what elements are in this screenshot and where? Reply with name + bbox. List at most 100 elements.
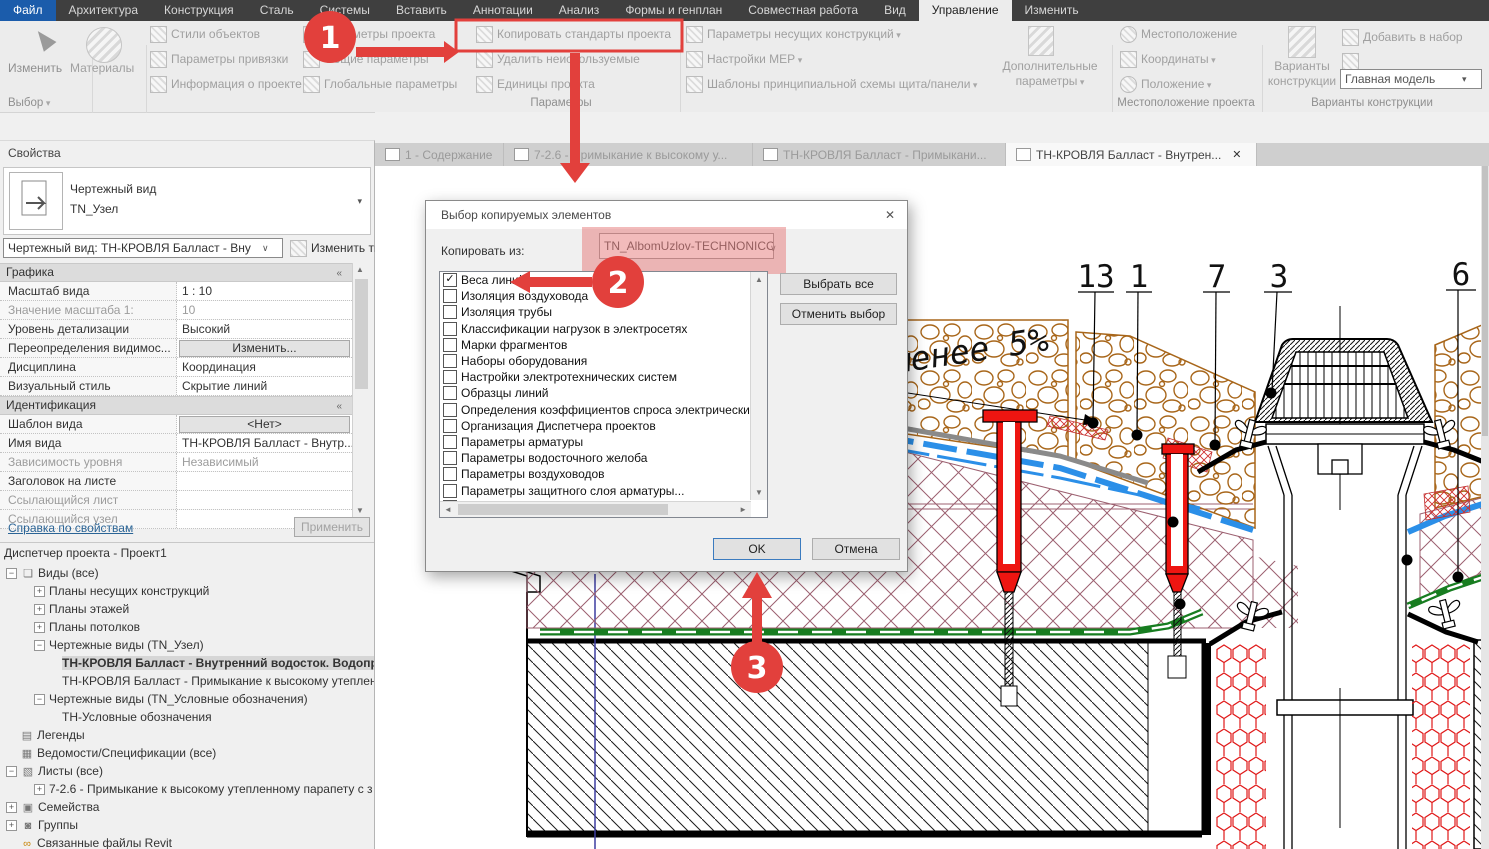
view-template-button[interactable]: <Нет>: [179, 416, 350, 433]
copy-items-list[interactable]: ✓Веса линий Изоляция воздуховода Изоляци…: [439, 271, 768, 518]
checkbox[interactable]: [443, 305, 457, 319]
tab-collaborate[interactable]: Совместная работа: [735, 0, 871, 21]
tree-item[interactable]: −Чертежные виды (TN_Узел): [0, 636, 374, 654]
list-item[interactable]: Организация Диспетчера проектов: [440, 418, 767, 434]
tab-annotate[interactable]: Аннотации: [460, 0, 546, 21]
tree-item-active-view[interactable]: ТН-КРОВЛЯ Балласт - Внутренний водосток.…: [0, 654, 374, 672]
properties-scrollbar[interactable]: ▲ ▼: [352, 263, 371, 517]
collapse-minus-icon[interactable]: −: [6, 568, 17, 579]
cancel-button[interactable]: Отмена: [812, 538, 900, 560]
list-item[interactable]: Образцы линий: [440, 385, 767, 401]
list-item[interactable]: Настройки электротехнических систем: [440, 369, 767, 385]
tree-item-groups[interactable]: +◙Группы: [0, 816, 374, 834]
checkbox[interactable]: [443, 419, 457, 433]
list-item[interactable]: Параметры воздуховодов: [440, 466, 767, 482]
transfer-standards-button[interactable]: Копировать стандарты проекта: [497, 27, 671, 41]
tree-item-sheets[interactable]: −▧Листы (все): [0, 762, 374, 780]
properties-help-link[interactable]: Справка по свойствам: [8, 521, 133, 535]
tab-modify[interactable]: Изменить: [1012, 0, 1092, 21]
property-row[interactable]: Заголовок на листе: [0, 472, 352, 491]
type-selector[interactable]: Чертежный вид TN_Узел ▾: [3, 167, 371, 235]
list-item[interactable]: Параметры водосточного желоба: [440, 450, 767, 466]
property-row[interactable]: Визуальный стильСкрытие линий: [0, 377, 352, 396]
collapse-minus-icon[interactable]: −: [34, 694, 45, 705]
project-units-button[interactable]: Единицы проекта: [497, 77, 595, 91]
project-parameters-button[interactable]: Параметры проекта: [324, 27, 435, 41]
close-icon[interactable]: ✕: [1232, 148, 1241, 161]
scroll-down-icon[interactable]: ▼: [356, 506, 364, 515]
panel-schedule-templates-button[interactable]: Шаблоны принципиальной схемы щита/панели: [707, 77, 977, 91]
main-model-dropdown[interactable]: Главная модель: [1340, 69, 1482, 89]
scroll-right-icon[interactable]: ►: [739, 505, 747, 514]
list-item[interactable]: Наборы оборудования: [440, 353, 767, 369]
collapse-icon[interactable]: «: [336, 398, 342, 415]
section-graphics[interactable]: Графика«: [0, 263, 352, 282]
location-button[interactable]: Местоположение: [1141, 27, 1237, 41]
deselect-button[interactable]: Отменить выбор: [780, 303, 897, 325]
apply-button[interactable]: Применить: [294, 517, 370, 537]
tab-steel[interactable]: Сталь: [247, 0, 307, 21]
tab-manage[interactable]: Управление: [919, 0, 1012, 21]
scroll-up-icon[interactable]: ▲: [356, 265, 364, 274]
checkbox[interactable]: [443, 403, 457, 417]
tree-item[interactable]: −Чертежные виды (TN_Условные обозначения…: [0, 690, 374, 708]
view-tab-drafting-1[interactable]: ТН-КРОВЛЯ Балласт - Примыкани...: [753, 143, 1006, 166]
coordinates-button[interactable]: Координаты: [1141, 52, 1216, 66]
list-item[interactable]: Классификации нагрузок в электросетях: [440, 321, 767, 337]
close-icon[interactable]: ✕: [881, 206, 899, 224]
expand-plus-icon[interactable]: +: [6, 802, 17, 813]
chevron-down-icon[interactable]: ▾: [357, 196, 362, 207]
tree-item[interactable]: +Планы этажей: [0, 600, 374, 618]
tree-item-links[interactable]: ∞Связанные файлы Revit: [0, 834, 374, 849]
expand-plus-icon[interactable]: +: [34, 604, 45, 615]
ok-button[interactable]: OK: [713, 538, 801, 560]
tree-item[interactable]: ТН-КРОВЛЯ Балласт - Примыкание к высоком…: [0, 672, 374, 690]
mep-settings-button[interactable]: Настройки MEP: [707, 52, 802, 66]
checkbox[interactable]: [443, 338, 457, 352]
view-selector-combo[interactable]: Чертежный вид: ТН-КРОВЛЯ Балласт - Вну: [3, 238, 283, 258]
purge-unused-button[interactable]: Удалить неиспользуемые: [497, 52, 640, 66]
checkbox[interactable]: [443, 370, 457, 384]
property-row[interactable]: Масштаб вида1 : 10: [0, 282, 352, 301]
checkbox[interactable]: [443, 386, 457, 400]
object-styles-button[interactable]: Стили объектов: [171, 27, 260, 41]
tree-item-families[interactable]: +▣Семейства: [0, 798, 374, 816]
list-item[interactable]: Параметры арматуры: [440, 434, 767, 450]
snaps-button[interactable]: Параметры привязки: [171, 52, 288, 66]
property-row[interactable]: Шаблон вида<Нет>: [0, 415, 352, 434]
checkbox[interactable]: [443, 467, 457, 481]
tab-architecture[interactable]: Архитектура: [56, 0, 152, 21]
list-item[interactable]: Определения коэффициентов спроса электри…: [440, 402, 767, 418]
list-item[interactable]: ✓Веса линий: [440, 272, 767, 288]
checkbox[interactable]: [443, 451, 457, 465]
list-item[interactable]: Изоляция трубы: [440, 304, 767, 320]
tab-analyze[interactable]: Анализ: [546, 0, 613, 21]
property-row[interactable]: Имя видаТН-КРОВЛЯ Балласт - Внутр...: [0, 434, 352, 453]
tab-file[interactable]: Файл: [0, 0, 56, 21]
tab-insert[interactable]: Вставить: [383, 0, 460, 21]
list-hscrollbar[interactable]: ◄ ►: [440, 501, 751, 517]
collapse-minus-icon[interactable]: −: [34, 640, 45, 651]
global-parameters-button[interactable]: Глобальные параметры: [324, 77, 457, 91]
expand-plus-icon[interactable]: +: [34, 784, 45, 795]
checkbox-checked[interactable]: ✓: [443, 273, 457, 287]
property-row[interactable]: Переопределения видимос...Изменить...: [0, 339, 352, 358]
tree-item[interactable]: +Планы несущих конструкций: [0, 582, 374, 600]
add-to-set-button[interactable]: Добавить в набор: [1363, 30, 1463, 44]
list-item[interactable]: Марки фрагментов: [440, 337, 767, 353]
view-tab-drafting-active[interactable]: ТН-КРОВЛЯ Балласт - Внутрен...✕: [1006, 143, 1257, 166]
checkbox[interactable]: [443, 289, 457, 303]
materials-button[interactable]: Материалы: [70, 61, 134, 75]
view-tab-sheet-726[interactable]: 7-2.6 - Примыкание к высокому у...: [504, 143, 753, 166]
expand-plus-icon[interactable]: +: [34, 622, 45, 633]
canvas-scrollbar[interactable]: [1481, 166, 1489, 849]
tree-item-schedules[interactable]: ▦Ведомости/Спецификации (все): [0, 744, 374, 762]
position-button[interactable]: Положение: [1141, 77, 1211, 91]
modify-button[interactable]: Изменить: [8, 61, 62, 75]
expand-plus-icon[interactable]: +: [34, 586, 45, 597]
tab-systems[interactable]: Системы: [307, 0, 383, 21]
tab-massing[interactable]: Формы и генплан: [612, 0, 735, 21]
checkbox[interactable]: [443, 322, 457, 336]
tree-item[interactable]: +Планы потолков: [0, 618, 374, 636]
expand-plus-icon[interactable]: +: [6, 820, 17, 831]
